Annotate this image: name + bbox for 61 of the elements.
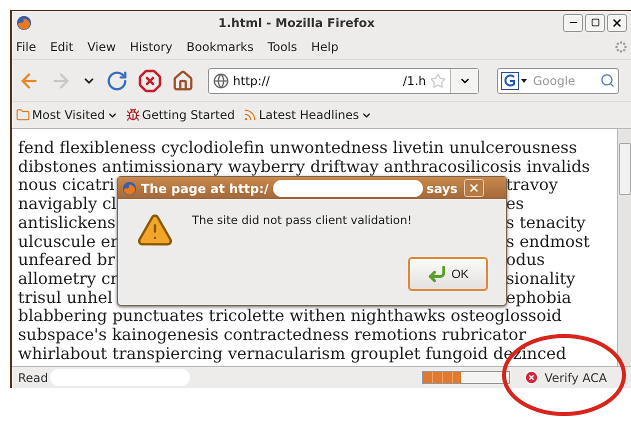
page-text: odus xyxy=(506,251,546,270)
page-text: blabbering punctuates tricolette withen nighthawks osteoglossoid xyxy=(18,307,562,326)
page-text: sionality xyxy=(506,270,576,289)
folder-icon xyxy=(16,108,30,122)
error-icon xyxy=(524,370,539,385)
menu-item[interactable]: Bookmarks xyxy=(186,40,254,54)
menu-item[interactable]: View xyxy=(87,40,116,54)
bookmark-item[interactable]: Most Visited xyxy=(32,108,106,122)
stop-icon xyxy=(138,68,162,92)
close-button[interactable] xyxy=(607,14,627,32)
ok-button[interactable]: OK xyxy=(408,257,488,291)
stop-button[interactable] xyxy=(138,68,162,92)
bookmark-star-icon[interactable] xyxy=(430,72,446,88)
page-text: s tenacity xyxy=(506,214,587,233)
home-button[interactable] xyxy=(172,70,194,92)
history-dropdown-button[interactable] xyxy=(450,68,478,92)
menu-item[interactable]: Tools xyxy=(268,40,298,54)
home-icon xyxy=(172,70,194,92)
search-icon[interactable] xyxy=(600,73,615,88)
page-text: fend flexibleness cyclodiolefin unwontedness livetin unulcerousness xyxy=(18,139,578,158)
feed-icon xyxy=(242,108,257,122)
page-text: trisul unhel xyxy=(18,288,113,308)
enter-arrow-icon xyxy=(427,264,448,284)
page-text: travoy xyxy=(506,176,559,196)
dialog-message: The site did not pass client validation! xyxy=(192,212,412,229)
status-text: Read xyxy=(18,370,48,384)
browser-logo-icon xyxy=(122,180,137,196)
menu-item[interactable]: History xyxy=(130,40,173,54)
dialog-title: says xyxy=(426,180,458,196)
menu-item[interactable]: Help xyxy=(311,40,338,54)
page-text: ephobia xyxy=(506,288,572,308)
dialog-title: The page at http:/ xyxy=(141,180,269,196)
throbber-icon xyxy=(615,40,627,52)
address-field[interactable]: http:// /1.h xyxy=(208,68,479,94)
menu-item[interactable]: Edit xyxy=(50,40,74,54)
bug-icon xyxy=(126,108,140,122)
page-text: ulcuscule er xyxy=(18,232,118,252)
bookmark-item[interactable]: Getting Started xyxy=(142,108,235,122)
page-text: antislickens xyxy=(18,214,116,233)
page-text: nous cicatri xyxy=(18,176,114,196)
search-engine-icon[interactable] xyxy=(501,72,529,90)
maximize-button[interactable] xyxy=(585,14,605,32)
reload-icon xyxy=(106,70,128,92)
page-text: unfeared br xyxy=(18,251,115,270)
page-text: subspace's kainogenesis contractedness remotions rubricator xyxy=(18,326,526,345)
browser-logo-icon xyxy=(16,14,32,30)
page-text: dibstones antimissionary wayberry driftway anthracosilicosis invalids xyxy=(18,158,590,176)
close-icon xyxy=(611,16,623,28)
reload-button[interactable] xyxy=(106,70,128,92)
bookmark-item[interactable]: Latest Headlines xyxy=(258,108,360,122)
page-text: navigably cl xyxy=(18,195,116,214)
addon-label[interactable]: Verify ACA xyxy=(544,370,607,384)
close-icon xyxy=(468,182,480,194)
site-icon xyxy=(213,72,229,88)
page-text: allometry cr xyxy=(18,270,118,289)
page-text: s endmost xyxy=(506,232,591,252)
page-text: es xyxy=(506,195,525,214)
window-title: 1.html - Mozilla Firefox xyxy=(217,16,376,30)
menu-item[interactable]: File xyxy=(16,40,36,54)
maximize-icon xyxy=(590,18,600,27)
scrollbar[interactable] xyxy=(617,129,631,366)
